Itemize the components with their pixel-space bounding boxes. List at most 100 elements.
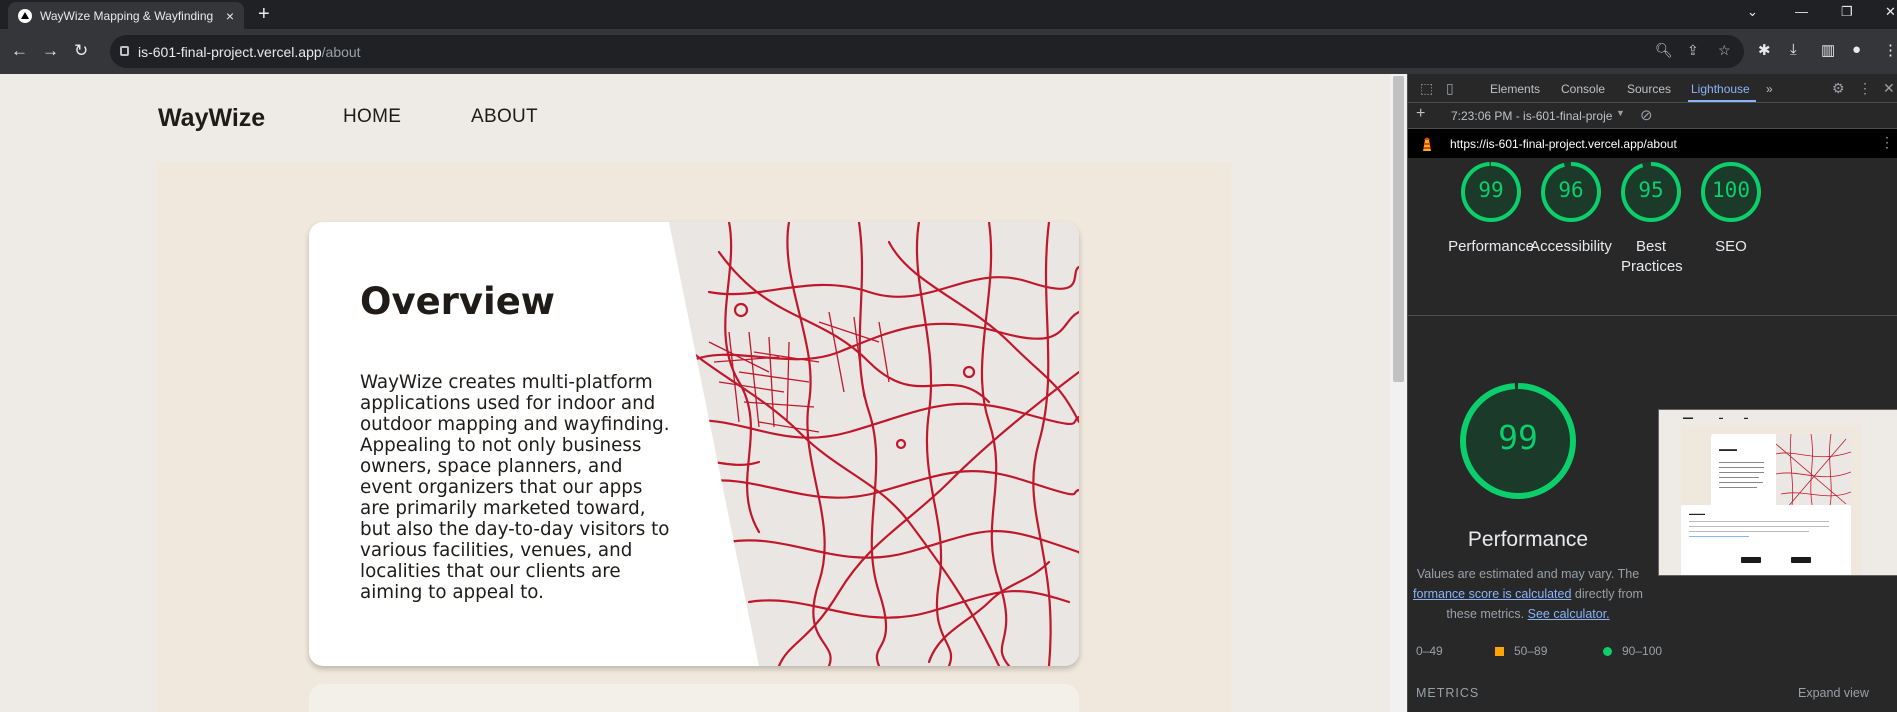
vercel-favicon-icon (18, 8, 32, 23)
thumb-button (1741, 557, 1761, 563)
thumb-line (1719, 487, 1757, 488)
web-page: WayWize HOME ABOUT Overview WayWize crea… (0, 74, 1390, 712)
tab-search-icon[interactable]: ⌄ (1747, 4, 1758, 20)
reload-icon[interactable]: ↻ (74, 41, 88, 61)
thumb-nav: ▬ (1719, 415, 1723, 420)
active-tab-indicator (1688, 100, 1756, 102)
lighthouse-logo-icon (1423, 137, 1431, 151)
browser-toolbar: ← → ↻ is-601-final-project.vercel.app/ab… (0, 29, 1897, 74)
tab-elements[interactable]: Elements (1490, 82, 1540, 96)
close-window-icon[interactable]: ✕ (1885, 4, 1896, 20)
overview-card: Overview WayWize creates multi-platform … (309, 222, 1079, 666)
site-logo[interactable]: WayWize (158, 104, 265, 133)
score-value: 99 (1478, 178, 1504, 202)
tab-title: WayWize Mapping & Wayfinding (40, 8, 214, 23)
thumb-logo: ▬▬ (1683, 415, 1693, 421)
devtools-menu-icon[interactable]: ⋮ (1858, 80, 1872, 97)
menu-icon[interactable]: ⋮ (1883, 41, 1897, 59)
nav-about-link[interactable]: ABOUT (471, 106, 538, 128)
thumb-line (1689, 526, 1829, 527)
devtools-panel: ⬚ ▯ Elements Console Sources Lighthouse … (1407, 74, 1897, 712)
expand-view-button[interactable]: Expand view (1798, 686, 1869, 700)
share-icon[interactable]: ⇪ (1687, 42, 1699, 59)
report-url: https://is-601-final-project.vercel.app/… (1450, 137, 1677, 151)
note-lead: Values are estimated and may vary. The (1416, 567, 1640, 581)
thumb-cookie-title: ▬▬▬▬ (1689, 511, 1705, 516)
thumb-card-title: ▬▬▬ (1719, 447, 1737, 453)
score-calculated-link[interactable]: formance score is calculated (1413, 587, 1571, 601)
overview-text: WayWize creates multi-platform applicati… (360, 372, 670, 603)
tab-lighthouse[interactable]: Lighthouse (1691, 82, 1750, 96)
legend-fail: 0–49 (1416, 644, 1443, 658)
forward-icon[interactable]: → (42, 41, 59, 61)
thumb-nav: ▬ (1744, 415, 1748, 420)
lighthouse-toolbar: + 7:23:06 PM - is-601-final-proje ▼ ⊘ (1408, 103, 1897, 129)
restore-icon[interactable]: ❐ (1841, 4, 1853, 20)
metrics-heading: METRICS (1416, 686, 1480, 700)
tab-close-button[interactable]: × (226, 8, 234, 24)
score-label: Accessibility (1530, 238, 1612, 255)
settings-gear-icon[interactable]: ⚙ (1832, 80, 1845, 97)
report-url-bar: https://is-601-final-project.vercel.app/… (1408, 129, 1897, 158)
thumb-cookie-banner: ▬▬▬▬ (1681, 505, 1851, 575)
dropdown-caret-icon[interactable]: ▼ (1616, 108, 1625, 118)
address-bar[interactable]: is-601-final-project.vercel.app/about (110, 35, 1744, 68)
browser-tab[interactable]: WayWize Mapping & Wayfinding × (8, 2, 244, 29)
legend-average: 50–89 (1495, 644, 1547, 658)
report-menu-icon[interactable]: ⋮ (1880, 134, 1894, 151)
thumb-line (1719, 472, 1764, 473)
thumb-line (1719, 477, 1759, 478)
score-label: Best Practices (1621, 238, 1683, 275)
thumb-line (1689, 521, 1829, 522)
about-content: Overview WayWize creates multi-platform … (157, 162, 1231, 712)
legend-pass: 90–100 (1603, 644, 1662, 658)
back-icon[interactable]: ← (11, 41, 28, 61)
thumb-line (1719, 467, 1764, 468)
thumb-button (1791, 557, 1811, 563)
close-devtools-icon[interactable]: ✕ (1883, 80, 1895, 97)
see-calculator-link[interactable]: See calculator. (1528, 607, 1610, 621)
nav-home-link[interactable]: HOME (343, 106, 401, 128)
device-toolbar-icon[interactable]: ▯ (1446, 80, 1454, 97)
page-scrollbar[interactable] (1390, 74, 1407, 712)
thumb-line (1719, 482, 1763, 483)
url-host: is-601-final-project.vercel.app (138, 43, 322, 60)
thumb-line (1689, 536, 1749, 537)
extensions-icon[interactable]: ✱ (1758, 41, 1771, 59)
score-value: 96 (1558, 178, 1584, 202)
legend-fail-label: 0–49 (1416, 644, 1443, 658)
url-path: /about (321, 43, 361, 60)
bookmark-star-icon[interactable]: ☆ (1718, 42, 1731, 59)
side-panel-icon[interactable]: ▥ (1821, 41, 1835, 59)
thumb-map (1776, 434, 1851, 514)
zoom-icon[interactable]: 🔍︎ (1655, 42, 1673, 59)
devtools-tabbar: ⬚ ▯ Elements Console Sources Lighthouse … (1408, 74, 1897, 103)
performance-note: Values are estimated and may vary. The f… (1408, 564, 1648, 624)
final-screenshot-thumbnail[interactable]: ▬▬ ▬ ▬ ▬▬▬ ▬▬▬▬ (1658, 409, 1897, 576)
lock-icon (120, 46, 129, 56)
section-divider (1408, 315, 1897, 316)
report-select[interactable]: 7:23:06 PM - is-601-final-proje (1451, 109, 1612, 123)
profile-icon[interactable]: ● (1852, 41, 1861, 58)
next-card (309, 684, 1079, 712)
tab-console[interactable]: Console (1561, 82, 1605, 96)
minimize-icon[interactable]: — (1795, 4, 1808, 19)
legend-pass-label: 90–100 (1622, 644, 1663, 658)
new-tab-button[interactable]: + (258, 3, 270, 26)
scrollbar-thumb[interactable] (1393, 76, 1404, 382)
inspect-element-icon[interactable]: ⬚ (1420, 80, 1433, 97)
clear-reports-icon[interactable]: ⊘ (1640, 106, 1653, 124)
legend-average-label: 50–89 (1514, 644, 1548, 658)
overview-title: Overview (360, 280, 555, 323)
more-tabs-icon[interactable]: » (1766, 82, 1773, 96)
download-icon[interactable]: ⤓ (1790, 41, 1797, 58)
performance-title: Performance (1467, 528, 1589, 551)
score-value: 100 (1712, 178, 1750, 202)
thumb-line (1719, 462, 1764, 463)
score-label: SEO (1715, 238, 1747, 255)
tab-sources[interactable]: Sources (1627, 82, 1671, 96)
pass-circle-icon (1603, 646, 1612, 656)
average-square-icon (1495, 646, 1504, 656)
thumb-card: ▬▬▬ (1711, 434, 1851, 514)
new-report-plus-icon[interactable]: + (1416, 105, 1425, 123)
